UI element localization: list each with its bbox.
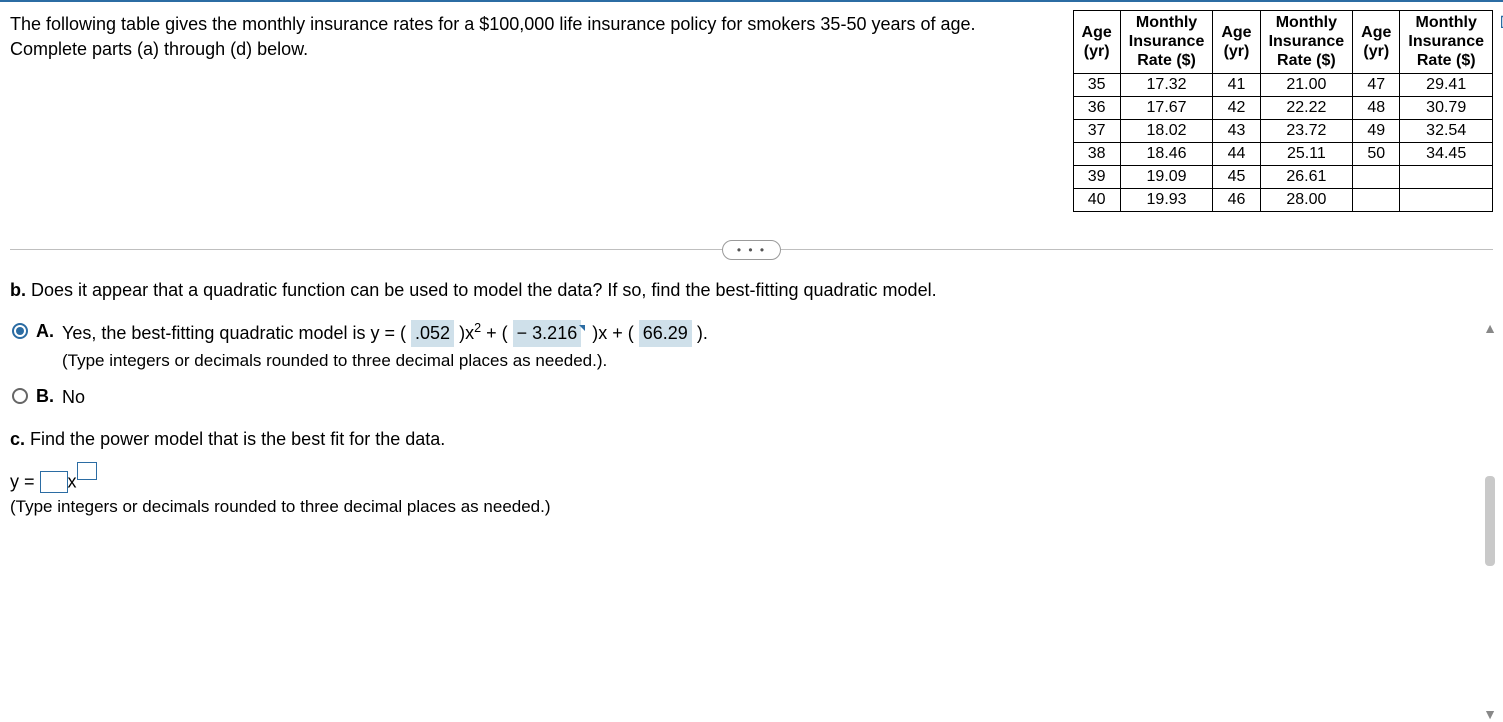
- content-divider: • • •: [0, 240, 1503, 260]
- scrollbar[interactable]: ▲ ▼: [1481, 320, 1499, 722]
- choice-a-hint: (Type integers or decimals rounded to th…: [62, 351, 607, 370]
- table-row: 3818.46 4425.11 5034.45: [1073, 142, 1492, 165]
- scrollbar-thumb[interactable]: [1485, 476, 1495, 566]
- table-row: 3718.02 4323.72 4932.54: [1073, 119, 1492, 142]
- radio-a[interactable]: [12, 323, 28, 339]
- col-rate-1: MonthlyInsuranceRate ($): [1120, 11, 1213, 74]
- intro-line2: Complete parts (a) through (d) below.: [10, 39, 308, 59]
- power-coeff-input[interactable]: [40, 471, 68, 493]
- col-age-2: Age(yr): [1213, 11, 1260, 74]
- quad-b-input[interactable]: − 3.216: [513, 320, 582, 347]
- rate-table: Age(yr) MonthlyInsuranceRate ($) Age(yr)…: [1073, 10, 1493, 212]
- power-model-equation: y = x: [10, 468, 1493, 494]
- input-marker-icon: [579, 325, 585, 331]
- part-c-prompt: c. Find the power model that is the best…: [10, 429, 1493, 450]
- quad-a-input[interactable]: .052: [411, 320, 454, 347]
- choice-b-text: No: [62, 384, 1493, 411]
- part-c-hint: (Type integers or decimals rounded to th…: [10, 497, 1493, 517]
- choice-a-text: Yes, the best-fitting quadratic model is…: [62, 323, 708, 343]
- radio-b[interactable]: [12, 388, 28, 404]
- table-row: 3919.09 4526.61: [1073, 165, 1492, 188]
- col-rate-3: MonthlyInsuranceRate ($): [1400, 11, 1493, 74]
- table-row: 4019.93 4628.00: [1073, 188, 1492, 211]
- choice-a-row: A. Yes, the best-fitting quadratic model…: [10, 319, 1493, 374]
- expand-pill[interactable]: • • •: [722, 240, 781, 260]
- intro-line1: The following table gives the monthly in…: [10, 14, 976, 34]
- quad-c-input[interactable]: 66.29: [639, 320, 692, 347]
- col-age-1: Age(yr): [1073, 11, 1120, 74]
- table-row: 3617.67 4222.22 4830.79: [1073, 96, 1492, 119]
- table-row: 3517.32 4121.00 4729.41: [1073, 73, 1492, 96]
- scroll-up-icon[interactable]: ▲: [1483, 320, 1497, 336]
- table-header-row: Age(yr) MonthlyInsuranceRate ($) Age(yr)…: [1073, 11, 1492, 74]
- choice-b-row: B. No: [10, 384, 1493, 411]
- col-age-3: Age(yr): [1353, 11, 1400, 74]
- problem-intro: The following table gives the monthly in…: [10, 10, 1053, 62]
- power-exp-input[interactable]: [77, 462, 97, 480]
- part-b-prompt: b. Does it appear that a quadratic funct…: [10, 280, 1493, 301]
- choice-a-letter: A.: [36, 319, 62, 342]
- scroll-down-icon[interactable]: ▼: [1483, 706, 1497, 722]
- choice-b-letter: B.: [36, 384, 62, 407]
- col-rate-2: MonthlyInsuranceRate ($): [1260, 11, 1353, 74]
